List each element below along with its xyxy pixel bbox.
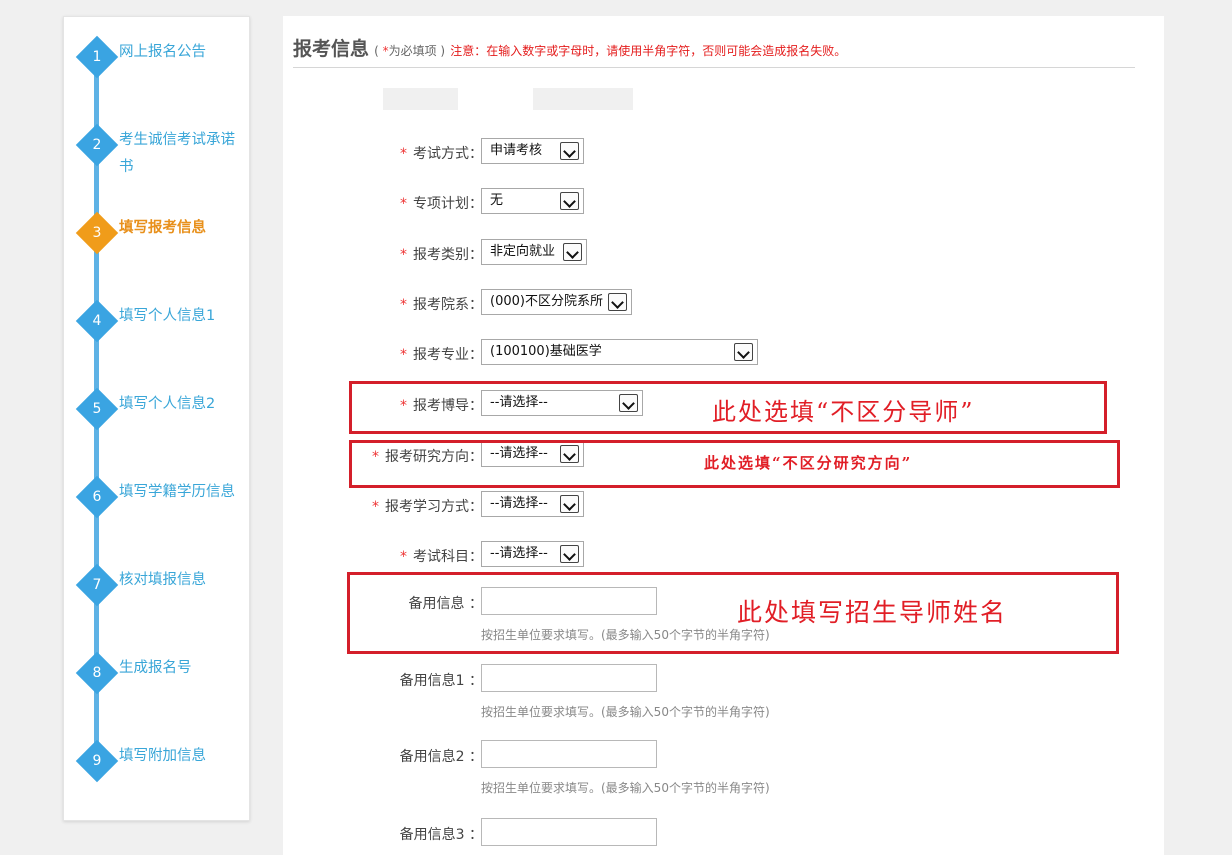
step-label[interactable]: 网上报名公告: [119, 39, 244, 66]
required-mark: *: [400, 347, 407, 363]
required-mark: *: [400, 247, 407, 263]
exam-method-label: * 考试方式：: [400, 143, 483, 163]
major-value: (100100)基础医学: [490, 344, 602, 359]
special-plan-row: * 专项计划： 无: [283, 188, 1163, 215]
exam-subject-row: * 考试科目： --请选择--: [283, 541, 1163, 568]
required-mark: *: [372, 499, 379, 515]
step-label[interactable]: 核对填报信息: [119, 567, 244, 594]
exam-method-label-text: 考试方式：: [413, 146, 483, 162]
step-number: 8: [92, 665, 102, 681]
required-mark: *: [400, 146, 407, 162]
step-label[interactable]: 填写个人信息1: [119, 303, 244, 330]
backup-info-2-input[interactable]: [481, 740, 657, 768]
department-label-text: 报考院系：: [413, 297, 483, 313]
step-number: 2: [92, 137, 102, 153]
exam-method-value: 申请考核: [490, 143, 543, 158]
form-panel: 报考信息 ( *为必填项 ) 注意：在输入数字或字母时，请使用半角字符，否则可能…: [283, 16, 1164, 855]
step-label[interactable]: 填写附加信息: [119, 743, 244, 770]
chevron-down-icon[interactable]: [560, 495, 579, 513]
backup-info-1-input[interactable]: [481, 664, 657, 692]
backup-info-1-row: 备用信息1 ： 按招生单位要求填写。(最多输入50个字节的半角字符): [283, 664, 1163, 724]
step-number: 3: [92, 225, 102, 241]
backup-info-3-label: 备用信息3 ：: [399, 827, 483, 843]
major-label: * 报考专业：: [400, 344, 483, 364]
exam-method-select[interactable]: 申请考核: [481, 138, 584, 164]
study-mode-label-text: 报考学习方式：: [385, 499, 483, 515]
exam-subject-value: --请选择--: [490, 546, 548, 561]
backup-info-3-row: 备用信息3 ：: [283, 818, 1163, 848]
exam-subject-label-text: 考试科目：: [413, 549, 483, 565]
department-select[interactable]: (000)不区分院系所: [481, 289, 632, 315]
chevron-down-icon[interactable]: [734, 343, 753, 361]
step-number: 4: [92, 313, 102, 329]
study-mode-select[interactable]: --请选择--: [481, 491, 584, 517]
backup-info-1-label: 备用信息1 ：: [399, 673, 483, 689]
category-row: * 报考类别： 非定向就业: [283, 239, 1163, 266]
step-number: 1: [92, 49, 102, 65]
annotation-text-direction: 此处选填“不区分研究方向”: [704, 454, 913, 472]
category-select[interactable]: 非定向就业: [481, 239, 587, 265]
backup-info-3-input[interactable]: [481, 818, 657, 846]
major-label-text: 报考专业：: [413, 347, 483, 363]
annotation-text-supervisor: 此处选填“不区分导师”: [712, 398, 975, 426]
study-mode-label: * 报考学习方式：: [372, 496, 483, 516]
special-plan-label-text: 专项计划：: [413, 196, 483, 212]
department-row: * 报考院系： (000)不区分院系所: [283, 289, 1163, 316]
study-mode-row: * 报考学习方式： --请选择--: [283, 491, 1163, 518]
department-value: (000)不区分院系所: [490, 294, 603, 309]
required-mark: *: [400, 196, 407, 212]
required-mark: *: [400, 297, 407, 313]
step-sidebar: 1 网上报名公告 2 考生诚信考试承诺书 3 填写报考信息 4 填写个人信息1 …: [63, 16, 250, 821]
required-mark: *: [400, 549, 407, 565]
exam-subject-select[interactable]: --请选择--: [481, 541, 584, 567]
step-number: 7: [92, 577, 102, 593]
chevron-down-icon[interactable]: [560, 545, 579, 563]
chevron-down-icon[interactable]: [608, 293, 627, 311]
step-label[interactable]: 填写个人信息2: [119, 391, 244, 418]
category-label: * 报考类别：: [400, 244, 483, 264]
study-mode-value: --请选择--: [490, 496, 548, 511]
major-row: * 报考专业： (100100)基础医学: [283, 339, 1163, 366]
step-label[interactable]: 填写学籍学历信息: [119, 479, 244, 506]
major-select[interactable]: (100100)基础医学: [481, 339, 758, 365]
faded-text: [383, 88, 633, 110]
backup-info-2-label: 备用信息2 ：: [399, 749, 483, 765]
required-note-open: (: [374, 44, 383, 58]
backup-info-2-hint: 按招生单位要求填写。(最多输入50个字节的半角字符): [481, 781, 770, 795]
special-plan-value: 无: [490, 193, 504, 208]
step-number: 6: [92, 489, 102, 505]
exam-subject-label: * 考试科目：: [400, 546, 483, 566]
section-header: 报考信息 ( *为必填项 ) 注意：在输入数字或字母时，请使用半角字符，否则可能…: [293, 34, 1135, 68]
annotation-text-backup: 此处填写招生导师姓名: [737, 598, 1008, 627]
step-number: 9: [92, 753, 102, 769]
step-label[interactable]: 考生诚信考试承诺书: [119, 127, 244, 181]
step-number: 5: [92, 401, 102, 417]
required-note-text: 为必填项 ): [388, 44, 446, 58]
chevron-down-icon[interactable]: [563, 243, 582, 261]
special-plan-select[interactable]: 无: [481, 188, 584, 214]
backup-info-2-row: 备用信息2 ： 按招生单位要求填写。(最多输入50个字节的半角字符): [283, 740, 1163, 800]
department-label: * 报考院系：: [400, 294, 483, 314]
step-label[interactable]: 生成报名号: [119, 655, 244, 682]
exam-method-row: * 考试方式： 申请考核: [283, 138, 1163, 165]
chevron-down-icon[interactable]: [560, 192, 579, 210]
page-title: 报考信息: [293, 38, 370, 60]
backup-info-1-hint: 按招生单位要求填写。(最多输入50个字节的半角字符): [481, 705, 770, 719]
special-plan-label: * 专项计划：: [400, 193, 483, 213]
required-note: ( *为必填项 ): [374, 44, 445, 58]
step-label[interactable]: 填写报考信息: [119, 215, 244, 242]
chevron-down-icon[interactable]: [560, 142, 579, 160]
half-width-notice: 注意：在输入数字或字母时，请使用半角字符，否则可能会造成报名失败。: [450, 44, 847, 58]
category-value: 非定向就业: [490, 244, 556, 259]
category-label-text: 报考类别：: [413, 247, 483, 263]
